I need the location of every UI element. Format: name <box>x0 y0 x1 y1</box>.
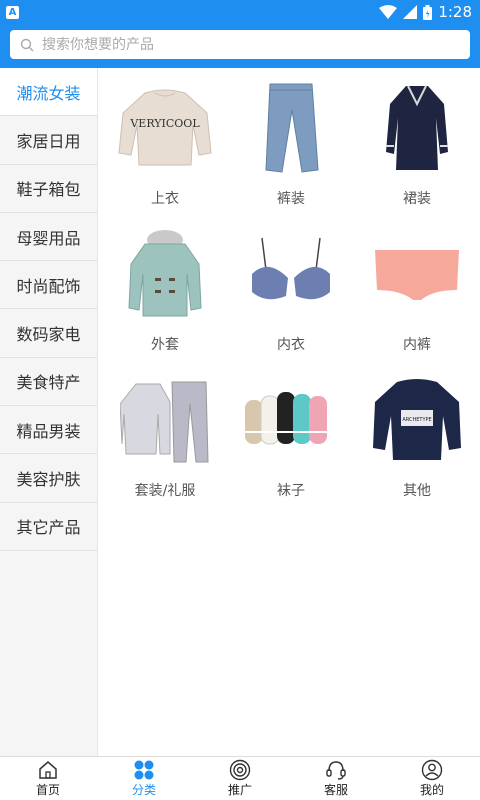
tab-profile[interactable]: 我的 <box>384 757 480 800</box>
sidebar-item-beauty[interactable]: 美容护肤 <box>0 454 97 503</box>
signal-icon <box>403 5 418 19</box>
search-bar[interactable] <box>10 30 470 59</box>
sidebar-item-other[interactable]: 其它产品 <box>0 503 97 551</box>
tracksuit-image <box>115 370 215 470</box>
profile-icon <box>421 759 443 781</box>
wifi-icon <box>379 5 398 19</box>
sweatshirt-image: ARCHETYPE <box>367 370 467 470</box>
subcategory-label: 袜子 <box>277 483 305 499</box>
subcategory-label: 内衣 <box>277 337 305 353</box>
category-sidebar: 潮流女装 家居日用 鞋子箱包 母婴用品 时尚配饰 数码家电 美食特产 精品男装 … <box>0 68 98 756</box>
sidebar-item-home-goods[interactable]: 家居日用 <box>0 116 97 165</box>
subcategory-label: 外套 <box>151 337 179 353</box>
search-icon <box>20 38 34 51</box>
dress-image <box>367 78 467 178</box>
tab-label: 推广 <box>227 783 252 797</box>
sidebar-item-accessories[interactable]: 时尚配饰 <box>0 261 97 310</box>
home-icon <box>38 759 58 781</box>
bottom-tab-bar: 首页 分类 推广 客服 我的 <box>0 756 480 800</box>
tab-support[interactable]: 客服 <box>288 757 384 800</box>
subcategory-socks[interactable]: 袜子 <box>228 370 354 500</box>
coat-image <box>115 224 215 324</box>
subcategory-briefs[interactable]: 内裤 <box>354 224 480 354</box>
tab-category[interactable]: 分类 <box>96 757 192 800</box>
tab-label: 首页 <box>35 783 60 797</box>
briefs-image <box>367 224 467 324</box>
category-icon <box>133 759 155 781</box>
sidebar-item-mens-fashion[interactable]: 精品男装 <box>0 406 97 455</box>
subcategory-label: 裙装 <box>403 191 431 207</box>
socks-image <box>241 370 341 470</box>
promote-icon <box>229 759 251 781</box>
svg-text:VERYICOOL: VERYICOOL <box>129 117 200 130</box>
subcategory-label: 其他 <box>403 483 431 499</box>
sidebar-item-baby[interactable]: 母婴用品 <box>0 213 97 262</box>
subcategory-pants[interactable]: 裤装 <box>228 78 354 208</box>
sidebar-item-shoes-bags[interactable]: 鞋子箱包 <box>0 165 97 213</box>
tab-label: 分类 <box>131 783 156 797</box>
sidebar-item-electronics[interactable]: 数码家电 <box>0 309 97 358</box>
subcategory-other[interactable]: ARCHETYPE 其他 <box>354 370 480 500</box>
bra-image <box>241 224 341 324</box>
search-input[interactable] <box>42 36 442 53</box>
sweater-image: VERYICOOL <box>115 78 215 178</box>
subcategory-dresses[interactable]: 裙装 <box>354 78 480 208</box>
notification-icon: A <box>6 5 19 19</box>
sidebar-item-womens-fashion[interactable]: 潮流女装 <box>0 68 97 117</box>
headset-icon <box>325 759 347 781</box>
jeans-image <box>241 78 341 178</box>
subcategory-suits[interactable]: 套装/礼服 <box>102 370 228 500</box>
subcategory-label: 内裤 <box>403 337 431 353</box>
status-bar: A 1:28 <box>0 0 480 24</box>
sidebar-item-food[interactable]: 美食特产 <box>0 358 97 407</box>
subcategory-label: 套装/礼服 <box>134 483 196 499</box>
battery-icon <box>423 4 433 20</box>
subcategory-label: 上衣 <box>151 191 179 207</box>
tab-promote[interactable]: 推广 <box>192 757 288 800</box>
subcategory-label: 裤装 <box>277 191 305 207</box>
svg-text:ARCHETYPE: ARCHETYPE <box>402 417 431 423</box>
subcategory-underwear[interactable]: 内衣 <box>228 224 354 354</box>
search-header <box>0 24 480 68</box>
subcategory-outerwear[interactable]: 外套 <box>102 224 228 354</box>
clock: 1:28 <box>438 3 472 21</box>
tab-label: 客服 <box>323 783 348 797</box>
tab-home[interactable]: 首页 <box>0 757 96 800</box>
subcategory-tops[interactable]: VERYICOOL 上衣 <box>102 78 228 208</box>
tab-label: 我的 <box>419 783 444 797</box>
